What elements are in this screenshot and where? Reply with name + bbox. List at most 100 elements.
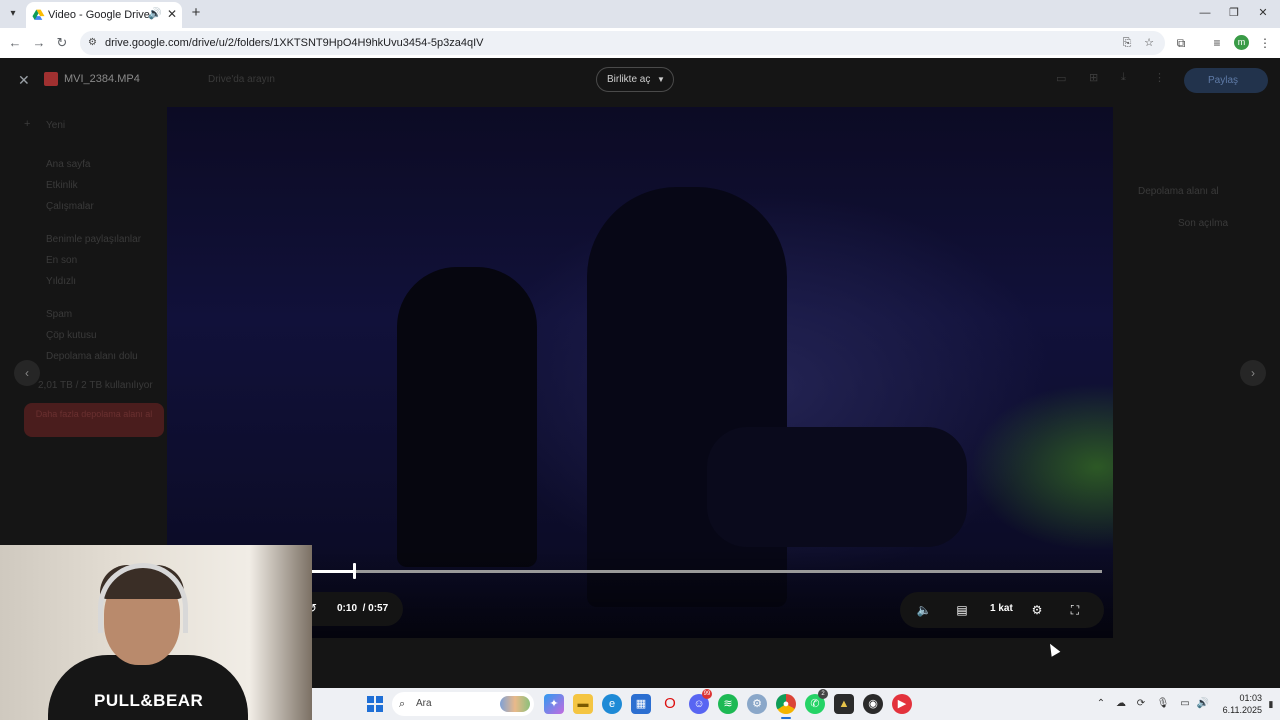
edge-icon[interactable]: e	[602, 694, 622, 714]
tray-overflow-icon[interactable]: ⌃	[1094, 697, 1108, 711]
windows-taskbar: ⌕ Ara ✦ ▬ e ▦ O ☺ 99 ≋ ⚙ ● ✆ 2 ▲ ◉ ▶ ⌃ ☁…	[312, 688, 1280, 720]
search-icon: ⌕	[399, 698, 406, 710]
progress-fill	[312, 570, 355, 573]
open-with-button[interactable]: Birlikte aç ▼	[596, 67, 674, 92]
next-file-icon[interactable]: ›	[1240, 360, 1266, 386]
sidebar-item-starred[interactable]: Yıldızlı	[46, 276, 76, 287]
notifications-icon[interactable]: ▮	[1265, 698, 1277, 710]
download-icon[interactable]: ⤓	[1121, 71, 1126, 84]
captions-icon[interactable]: ▤	[954, 602, 970, 618]
drive-search-placeholder: Drive'da arayın	[208, 74, 275, 85]
add-comment-icon[interactable]: ⊞	[1089, 71, 1098, 84]
minimize-icon[interactable]: —	[1195, 4, 1215, 22]
url-text[interactable]: drive.google.com/drive/u/2/folders/1XKTS…	[105, 37, 483, 49]
new-tab-button[interactable]: +	[188, 5, 204, 21]
sidebar-item-recent[interactable]: En son	[46, 255, 77, 266]
get-storage-header[interactable]: Depolama alanı al	[1138, 186, 1219, 197]
taskbar-search-label: Ara	[416, 698, 432, 709]
obs-icon[interactable]: ◉	[863, 694, 883, 714]
microphone-icon[interactable]: 🎙	[1156, 697, 1170, 711]
bookmark-star-icon[interactable]: ☆	[1142, 36, 1156, 50]
app-icon[interactable]: ▲	[834, 694, 854, 714]
get-more-storage-button[interactable]: Daha fazla depolama alanı al	[24, 403, 164, 437]
chrome-icon[interactable]: ●	[776, 694, 796, 714]
tab-search-icon[interactable]: ▾	[4, 5, 22, 23]
open-with-label: Birlikte aç	[607, 74, 651, 85]
reading-list-icon[interactable]: ≡	[1208, 34, 1226, 52]
window-close-icon[interactable]: ✕	[1253, 4, 1273, 22]
taskbar-search[interactable]: ⌕ Ara	[392, 692, 534, 716]
chevron-down-icon: ▼	[657, 75, 665, 84]
sidebar-item-trash[interactable]: Çöp kutusu	[46, 330, 97, 341]
progress-scrubber[interactable]	[353, 563, 357, 579]
install-icon[interactable]: ⎘	[1120, 36, 1134, 50]
clock-time[interactable]: 01:03	[1218, 693, 1262, 703]
forward-icon[interactable]: →	[30, 34, 48, 52]
browser-menu-icon[interactable]: ⋮	[1256, 34, 1274, 52]
search-highlight-icon	[500, 696, 530, 712]
browser-tab-active[interactable]: Video - Google Drive 🔊 ✕	[26, 2, 182, 28]
chrome-active-indicator	[781, 717, 791, 719]
tray-app-icon[interactable]: ☁	[1114, 697, 1128, 711]
file-explorer-icon[interactable]: ▬	[573, 694, 593, 714]
site-info-icon[interactable]: ⚙	[88, 36, 102, 50]
webcam-overlay: PULL&BEAR	[0, 545, 312, 720]
opera-icon[interactable]: O	[660, 694, 680, 714]
extensions-icon[interactable]: ⧉	[1172, 34, 1190, 52]
video-frame-crowd	[707, 427, 967, 547]
video-file-icon	[44, 72, 58, 86]
media-player-icon[interactable]: ▶	[892, 694, 912, 714]
whatsapp-badge: 2	[818, 689, 828, 699]
file-name: MVI_2384.MP4	[64, 73, 140, 85]
store-icon[interactable]: ▦	[631, 694, 651, 714]
windows-start-icon[interactable]	[367, 696, 383, 712]
fullscreen-icon[interactable]: ⛶	[1067, 602, 1083, 618]
new-button-label[interactable]: Yeni	[46, 120, 65, 131]
share-label: Paylaş	[1208, 75, 1239, 86]
tab-title: Video - Google Drive	[48, 9, 150, 21]
sidebar-item-workspaces[interactable]: Çalışmalar	[46, 201, 94, 212]
spotify-icon[interactable]: ≋	[718, 694, 738, 714]
share-button[interactable]: Paylaş	[1184, 68, 1268, 93]
clock-date[interactable]: 6.11.2025	[1218, 705, 1262, 715]
duration: / 0:57	[362, 603, 389, 614]
discord-badge: 99	[702, 689, 712, 699]
address-bar[interactable]: ⚙ drive.google.com/drive/u/2/folders/1XK…	[80, 31, 1165, 55]
add-to-folder-icon[interactable]: ▭	[1056, 72, 1066, 85]
video-settings-pill: 🔈 ▤ 1 kat ⚙ ⛶	[900, 592, 1104, 628]
get-more-storage-label: Daha fazla depolama alanı al	[35, 409, 153, 419]
google-drive-icon	[32, 9, 45, 20]
time-display-pill: ↺ 0:10 / 0:57	[307, 592, 403, 626]
restore-icon[interactable]: ❐	[1224, 4, 1244, 22]
settings-icon[interactable]: ⚙	[747, 694, 767, 714]
network-icon[interactable]: ▭	[1178, 697, 1192, 711]
playback-speed[interactable]: 1 kat	[990, 603, 1013, 614]
back-icon[interactable]: ←	[6, 34, 24, 52]
video-frame-figure	[397, 267, 537, 567]
sidebar-item-activity[interactable]: Etkinlik	[46, 180, 78, 191]
reload-icon[interactable]: ↻	[53, 34, 71, 52]
new-plus-icon[interactable]: +	[24, 118, 30, 130]
profile-avatar[interactable]: m	[1234, 35, 1249, 50]
more-options-icon[interactable]: ⋮	[1154, 71, 1165, 84]
viewer-close-icon[interactable]: ✕	[18, 72, 30, 89]
speaker-icon[interactable]: 🔊	[1196, 697, 1210, 711]
tab-close-icon[interactable]: ✕	[165, 7, 179, 21]
previous-file-icon[interactable]: ‹	[14, 360, 40, 386]
tray-sync-icon[interactable]: ⟳	[1134, 697, 1148, 711]
progress-bar[interactable]	[312, 570, 1102, 573]
copilot-icon[interactable]: ✦	[544, 694, 564, 714]
time-display: 0:10 / 0:57	[337, 603, 388, 614]
sidebar-item-home[interactable]: Ana sayfa	[46, 159, 90, 170]
settings-gear-icon[interactable]: ⚙	[1029, 602, 1045, 618]
current-time: 0:10	[337, 603, 358, 614]
sidebar-item-shared[interactable]: Benimle paylaşılanlar	[46, 234, 141, 245]
sort-label[interactable]: Son açılma	[1178, 218, 1228, 229]
shirt-logo-text: PULL&BEAR	[94, 691, 204, 710]
tab-audio-icon[interactable]: 🔊	[148, 7, 162, 21]
volume-icon[interactable]: 🔈	[916, 602, 932, 618]
sidebar-item-spam[interactable]: Spam	[46, 309, 72, 320]
storage-usage-text: 2,01 TB / 2 TB kullanılıyor	[38, 380, 153, 391]
sidebar-item-storage[interactable]: Depolama alanı dolu	[46, 351, 138, 362]
browser-tabstrip: ▾ Video - Google Drive 🔊 ✕ + — ❐ ✕	[0, 0, 1280, 28]
